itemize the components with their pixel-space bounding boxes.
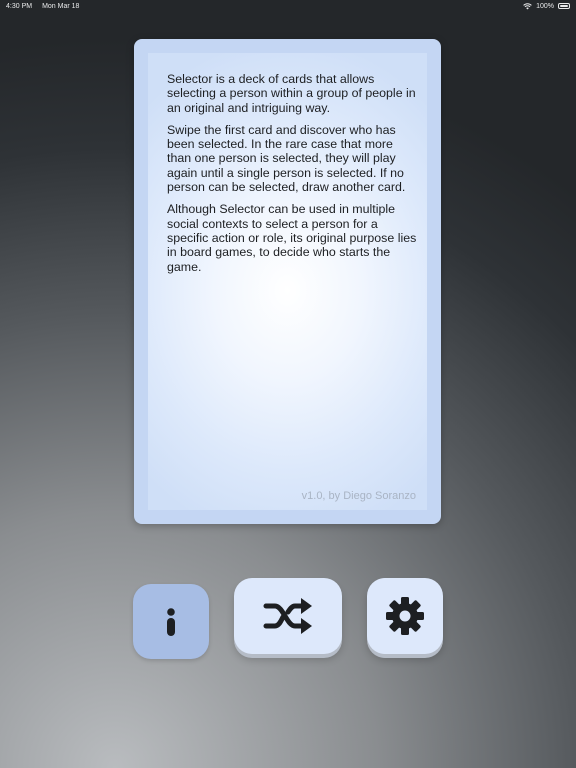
shuffle-button[interactable] xyxy=(234,578,342,654)
status-time: 4:30 PM xyxy=(6,2,33,10)
card-paragraph-1: Selector is a deck of cards that allows … xyxy=(167,72,416,115)
card-paragraph-3: Although Selector can be used in multipl… xyxy=(167,202,417,274)
settings-button[interactable] xyxy=(367,578,443,654)
info-icon xyxy=(165,607,177,636)
status-left: 4:30 PM Mon Mar 18 xyxy=(6,3,79,10)
card-paragraph-2: Swipe the first card and discover who ha… xyxy=(167,122,406,195)
gear-icon xyxy=(386,597,424,635)
wifi-icon xyxy=(523,2,532,10)
battery-percent: 100% xyxy=(536,2,554,10)
info-button[interactable] xyxy=(133,584,209,659)
card-description: Selector is a deck of cards that allows … xyxy=(167,72,417,282)
info-card[interactable]: Selector is a deck of cards that allows … xyxy=(134,39,441,524)
status-right: 100% xyxy=(523,3,570,10)
version-label: v1.0, by Diego Soranzo xyxy=(301,490,416,502)
status-date: Mon Mar 18 xyxy=(42,2,80,10)
battery-icon xyxy=(558,3,570,9)
shuffle-icon xyxy=(263,597,313,635)
status-bar: 4:30 PM Mon Mar 18 100% xyxy=(0,0,576,12)
